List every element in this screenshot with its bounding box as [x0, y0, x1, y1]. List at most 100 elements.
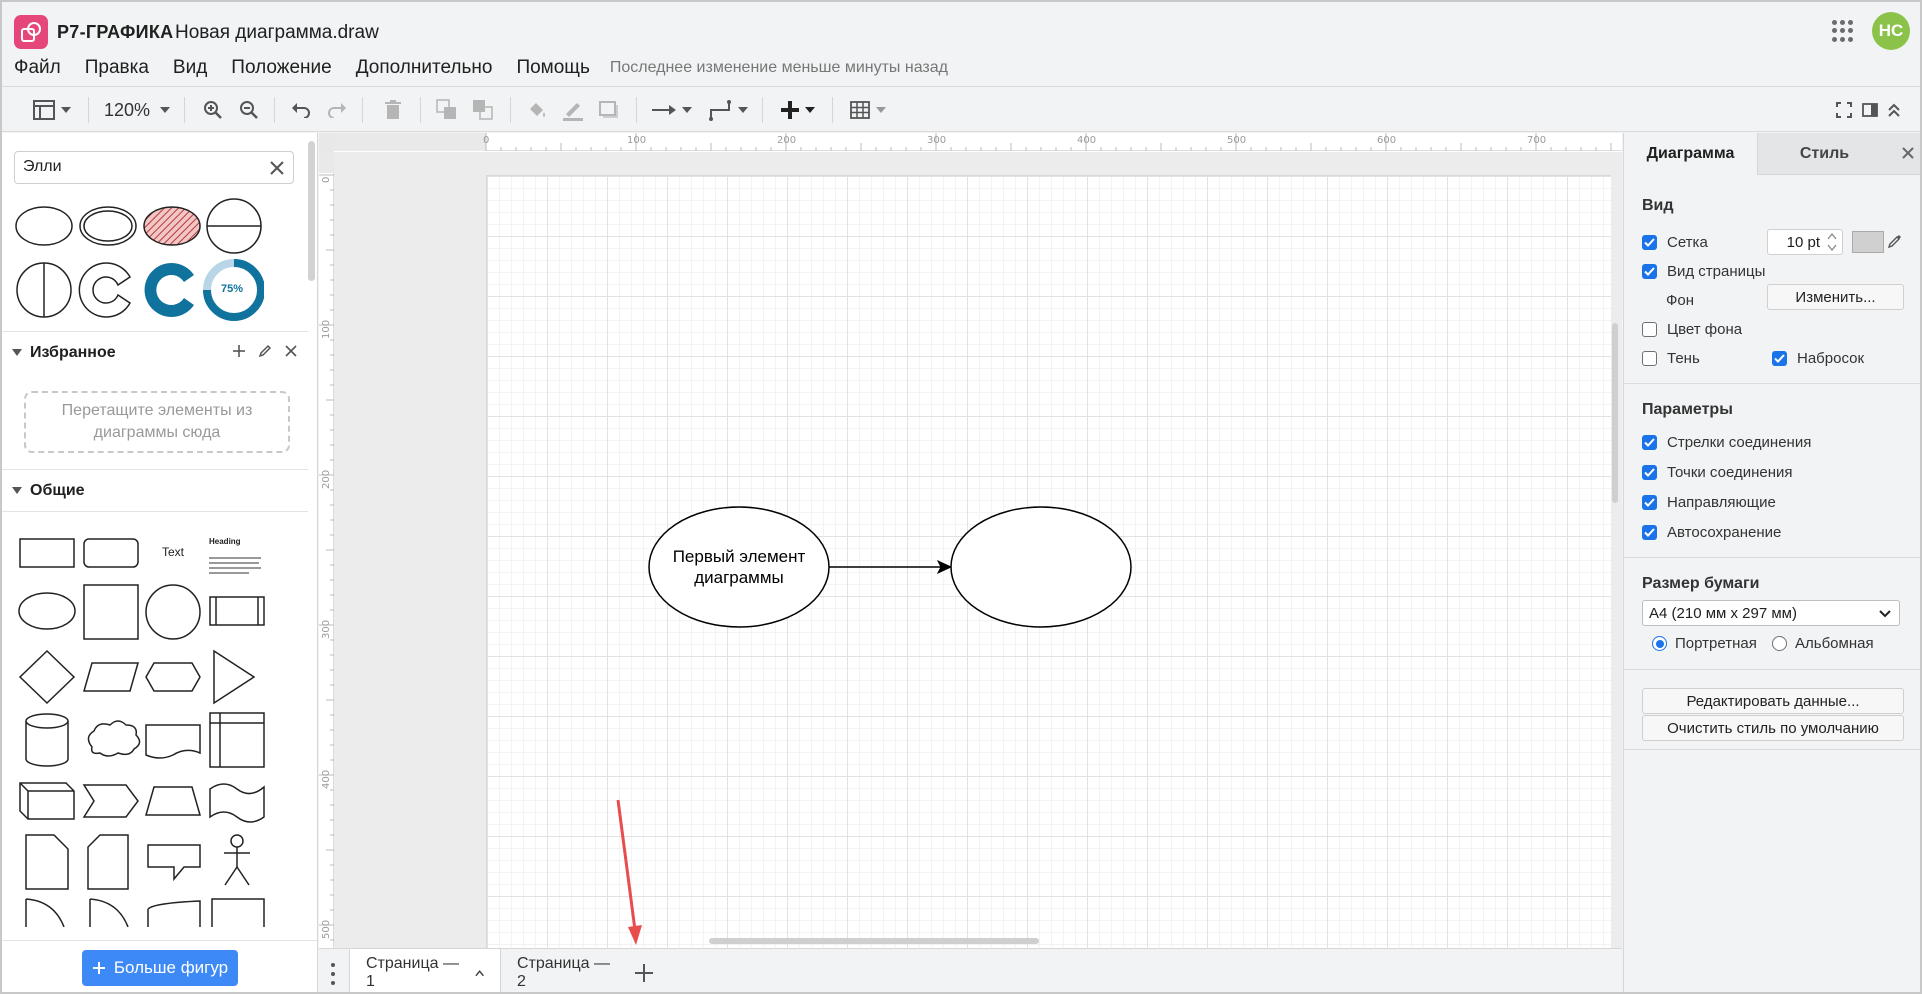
menu-arrange[interactable]: Положение [219, 57, 343, 79]
trapezoid-shape[interactable] [145, 786, 201, 816]
apps-grid-icon[interactable] [1832, 20, 1854, 42]
undo-button[interactable] [288, 97, 314, 123]
partial-circle-shape[interactable] [78, 262, 131, 318]
donut-arc-shape[interactable] [144, 263, 194, 317]
delete-button[interactable] [380, 97, 406, 123]
or-shape[interactable] [25, 898, 65, 927]
canvas-horizontal-scrollbar[interactable] [709, 938, 1039, 944]
shape-search-input[interactable] [23, 158, 263, 176]
grid-size-input[interactable]: 10 pt [1767, 229, 1843, 255]
to-front-button[interactable] [434, 97, 460, 123]
last-change-status[interactable]: Последнее изменение меньше минуты назад [610, 59, 948, 77]
format-panel-button[interactable] [1860, 97, 1880, 123]
chevron-up-icon[interactable] [475, 969, 484, 977]
waypoints-button[interactable] [706, 97, 750, 123]
actor-shape[interactable] [224, 834, 250, 886]
table-button[interactable] [846, 97, 890, 123]
hatched-ellipse-shape[interactable] [143, 206, 201, 246]
process-shape[interactable] [209, 596, 265, 626]
connection-arrows-checkbox[interactable] [1642, 435, 1657, 450]
manual-input-shape[interactable] [147, 900, 201, 927]
rounded-rectangle-shape[interactable] [83, 538, 139, 568]
heading-shape[interactable] [209, 557, 261, 574]
shadow-checkbox[interactable] [1642, 351, 1657, 366]
connection-style-button[interactable] [650, 97, 694, 123]
cloud-shape[interactable] [87, 720, 141, 757]
tape-shape[interactable] [209, 783, 265, 823]
autosave-checkbox[interactable] [1642, 525, 1657, 540]
more-shapes-button[interactable]: Больше фигур [82, 950, 238, 986]
container-shape[interactable] [211, 898, 265, 927]
collapse-toolbar-button[interactable] [1884, 97, 1904, 123]
vertical-split-circle-shape[interactable] [16, 262, 72, 318]
shadow-button[interactable] [596, 97, 622, 123]
tab-style[interactable]: Стиль [1757, 133, 1891, 175]
tab-diagram[interactable]: Диаграмма [1624, 133, 1757, 175]
grid-color-swatch[interactable] [1852, 231, 1884, 253]
to-back-button[interactable] [470, 97, 496, 123]
document-title[interactable]: Новая диаграмма.draw [175, 22, 379, 44]
hexagon-shape[interactable] [145, 662, 201, 692]
paper-size-select[interactable]: A4 (210 мм x 297 мм) [1642, 600, 1900, 626]
circle-shape[interactable] [145, 584, 201, 640]
document-shape[interactable] [145, 724, 201, 759]
edit-data-button[interactable]: Редактировать данные... [1642, 688, 1904, 714]
add-page-icon[interactable] [632, 961, 656, 985]
menu-extras[interactable]: Дополнительно [344, 57, 505, 79]
sketch-option[interactable]: Набросок [1772, 350, 1864, 367]
menu-file[interactable]: Файл [2, 57, 73, 79]
favorites-header[interactable]: Избранное [2, 331, 308, 373]
menu-edit[interactable]: Правка [73, 57, 161, 79]
data-storage-shape[interactable] [89, 898, 129, 927]
step-shape[interactable] [82, 784, 139, 818]
zoom-out-button[interactable] [236, 97, 262, 123]
cylinder-shape[interactable] [25, 713, 69, 767]
line-color-button[interactable] [560, 97, 586, 123]
favorites-drop-zone[interactable]: Перетащите элементы из диаграммы сюда [24, 391, 290, 453]
page-view-checkbox[interactable] [1642, 264, 1657, 279]
user-avatar[interactable]: НС [1872, 12, 1910, 50]
guides-checkbox[interactable] [1642, 495, 1657, 510]
parallelogram-shape[interactable] [83, 662, 139, 692]
clear-default-style-button[interactable]: Очистить стиль по умолчанию [1642, 715, 1904, 741]
menu-view[interactable]: Вид [161, 57, 219, 79]
ellipse-shape[interactable] [15, 206, 73, 246]
zoom-in-button[interactable] [200, 97, 226, 123]
callout-shape[interactable] [147, 844, 201, 882]
internal-storage-shape[interactable] [209, 712, 265, 768]
note-shape[interactable] [25, 834, 69, 890]
diagram-ellipse-first-label[interactable]: Первый элемент диаграммы [664, 546, 814, 588]
close-icon[interactable] [284, 344, 298, 358]
page-menu-icon[interactable] [329, 963, 337, 985]
guides-option[interactable]: Направляющие [1642, 494, 1776, 511]
page-tab-1[interactable]: Страница — 1 [349, 949, 501, 992]
grid-option[interactable]: Сетка [1642, 234, 1708, 251]
connection-arrows-option[interactable]: Стрелки соединения [1642, 434, 1811, 451]
landscape-radio[interactable] [1772, 636, 1787, 651]
menu-help[interactable]: Помощь [504, 57, 601, 79]
shadow-option[interactable]: Тень [1642, 350, 1700, 367]
change-background-button[interactable]: Изменить... [1767, 284, 1904, 310]
general-header[interactable]: Общие [2, 469, 308, 511]
page-tab-2[interactable]: Страница — 2 [501, 949, 629, 992]
horizontal-split-circle-shape[interactable] [206, 198, 262, 254]
autosave-option[interactable]: Автосохранение [1642, 524, 1781, 541]
background-color-checkbox[interactable] [1642, 322, 1657, 337]
card-shape[interactable] [87, 834, 129, 890]
shapes-scrollbar[interactable] [308, 141, 315, 281]
double-ellipse-shape[interactable] [79, 206, 137, 246]
rectangle-shape[interactable] [19, 538, 75, 568]
landscape-option[interactable]: Альбомная [1772, 635, 1874, 652]
grid-checkbox[interactable] [1642, 235, 1657, 250]
canvas-vertical-scrollbar[interactable] [1612, 323, 1618, 503]
diagram-connector-arrow[interactable] [829, 559, 953, 575]
spin-up-icon[interactable] [1827, 232, 1837, 240]
page-view-option[interactable]: Вид страницы [1642, 263, 1765, 280]
clear-search-icon[interactable] [267, 158, 287, 178]
diamond-shape[interactable] [18, 649, 76, 705]
shape-search-box[interactable] [14, 151, 294, 184]
fill-color-button[interactable] [524, 97, 550, 123]
close-panel-icon[interactable] [1898, 143, 1918, 163]
insert-button[interactable] [776, 97, 820, 123]
sketch-checkbox[interactable] [1772, 351, 1787, 366]
